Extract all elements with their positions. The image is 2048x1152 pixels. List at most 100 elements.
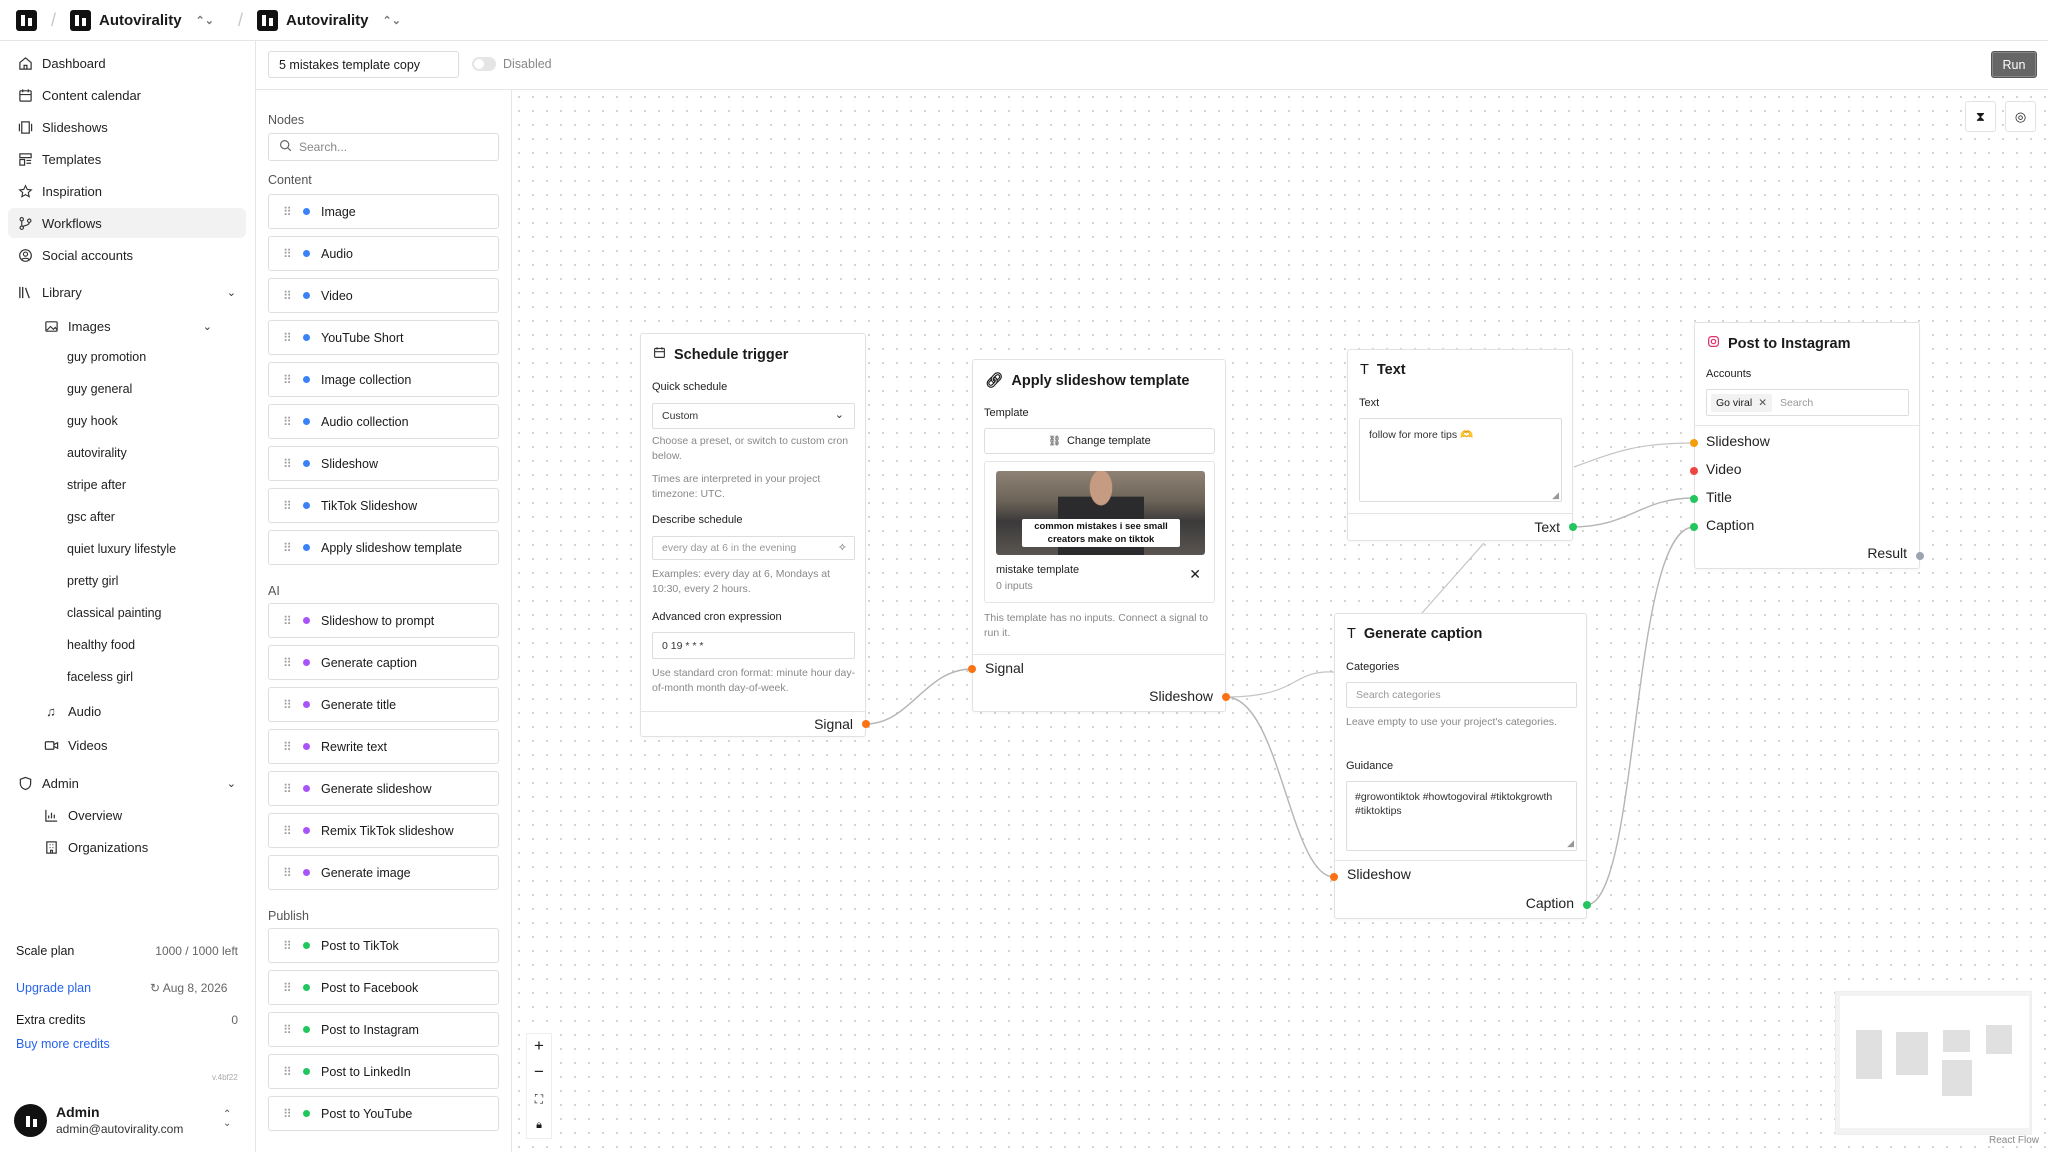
react-flow-attribution[interactable]: React Flow [1989,1135,2039,1146]
image-folder-item[interactable]: guy promotion [67,350,146,364]
drag-handle-icon[interactable]: ⠿ [283,457,293,471]
image-folder-item[interactable]: guy general [67,382,132,396]
image-folder-item[interactable]: stripe after [67,478,126,492]
image-folder-item[interactable]: faceless girl [67,670,133,684]
output-port-slideshow[interactable] [1222,693,1230,701]
palette-node-image-collection[interactable]: ⠿ Image collection [268,362,499,397]
drag-handle-icon[interactable]: ⠿ [283,289,293,303]
palette-node-post-to-facebook[interactable]: ⠿ Post to Facebook [268,970,499,1005]
palette-node-apply-slideshow-template[interactable]: ⠿ Apply slideshow template [268,530,499,565]
sidebar-item-overview[interactable]: Overview [34,800,220,830]
app-logo[interactable] [16,9,37,31]
sidebar-item-audio[interactable]: ♫ Audio [34,696,220,726]
lock-icon[interactable]: 🔒︎ [527,1112,551,1138]
palette-node-image[interactable]: ⠿ Image [268,194,499,229]
text-textarea[interactable]: follow for more tips 🫶 ◢ [1359,418,1562,502]
drag-handle-icon[interactable]: ⠿ [283,824,293,838]
palette-node-post-to-instagram[interactable]: ⠿ Post to Instagram [268,1012,499,1047]
drag-handle-icon[interactable]: ⠿ [283,782,293,796]
accounts-select[interactable]: Go viral ✕ Search [1706,389,1909,416]
drag-handle-icon[interactable]: ⠿ [283,415,293,429]
focus-button[interactable]: ◎ [2005,101,2036,132]
schedule-trigger-node[interactable]: Schedule trigger Quick schedule Custom ⌄ … [640,333,866,737]
enabled-toggle[interactable] [472,57,496,71]
palette-node-slideshow[interactable]: ⠿ Slideshow [268,446,499,481]
workflow-name-input[interactable]: 5 mistakes template copy [268,51,459,78]
palette-node-audio-collection[interactable]: ⠿ Audio collection [268,404,499,439]
drag-handle-icon[interactable]: ⠿ [283,1065,293,1079]
close-icon[interactable]: ✕ [1189,566,1201,583]
palette-node-generate-slideshow[interactable]: ⠿ Generate slideshow [268,771,499,806]
drag-handle-icon[interactable]: ⠿ [283,614,293,628]
fit-view-icon[interactable]: ⛶ [527,1086,551,1112]
sidebar-item-templates[interactable]: Templates [8,144,246,174]
apply-slideshow-template-node[interactable]: 🔗︎ Apply slideshow template Template ⛓ Cha… [972,359,1226,712]
drag-handle-icon[interactable]: ⠿ [283,698,293,712]
drag-handle-icon[interactable]: ⠿ [283,541,293,555]
cron-input[interactable]: 0 19 * * * [652,632,855,659]
guidance-textarea[interactable]: #growontiktok #howtogoviral #tiktokgrowt… [1346,781,1577,851]
sidebar-item-library[interactable]: Library ⌄ [8,277,246,307]
template-card[interactable]: common mistakes i see small creators mak… [984,461,1215,603]
palette-node-generate-image[interactable]: ⠿ Generate image [268,855,499,890]
sidebar-item-inspiration[interactable]: Inspiration [8,176,246,206]
text-node[interactable]: T Text Text follow for more tips 🫶 ◢ Text [1347,349,1573,541]
drag-handle-icon[interactable]: ⠿ [283,981,293,995]
drag-handle-icon[interactable]: ⠿ [283,205,293,219]
sidebar-item-admin[interactable]: Admin ⌄ [8,768,246,798]
palette-node-rewrite-text[interactable]: ⠿ Rewrite text [268,729,499,764]
drag-handle-icon[interactable]: ⠿ [283,939,293,953]
palette-node-audio[interactable]: ⠿ Audio [268,236,499,271]
run-button[interactable]: Run [1991,51,2037,78]
drag-handle-icon[interactable]: ⠿ [283,740,293,754]
drag-handle-icon[interactable]: ⠿ [283,1107,293,1121]
palette-node-post-to-tiktok[interactable]: ⠿ Post to TikTok [268,928,499,963]
input-port-signal[interactable] [968,665,976,673]
output-port-result[interactable] [1916,552,1924,560]
resize-handle-icon[interactable]: ◢ [1567,836,1574,850]
palette-node-slideshow-to-prompt[interactable]: ⠿ Slideshow to prompt [268,603,499,638]
palette-node-generate-title[interactable]: ⠿ Generate title [268,687,499,722]
post-to-instagram-node[interactable]: Post to Instagram Accounts Go viral ✕ Sea… [1694,322,1920,569]
palette-node-post-to-linkedin[interactable]: ⠿ Post to LinkedIn [268,1054,499,1089]
image-folder-item[interactable]: healthy food [67,638,135,652]
drag-handle-icon[interactable]: ⠿ [283,373,293,387]
input-port-slideshow[interactable] [1330,873,1338,881]
input-port-title[interactable] [1690,495,1698,503]
zoom-out-icon[interactable]: − [527,1060,551,1086]
zoom-in-icon[interactable]: + [527,1034,551,1060]
input-port-caption[interactable] [1690,523,1698,531]
drag-handle-icon[interactable]: ⠿ [283,247,293,261]
sidebar-item-social-accounts[interactable]: Social accounts [8,240,246,270]
output-port-signal[interactable] [862,720,870,728]
input-port-video[interactable] [1690,467,1698,475]
input-port-slideshow[interactable] [1690,439,1698,447]
image-folder-item[interactable]: guy hook [67,414,118,428]
sidebar-item-workflows[interactable]: Workflows [8,208,246,238]
change-template-button[interactable]: ⛓ Change template [984,428,1215,454]
drag-handle-icon[interactable]: ⠿ [283,499,293,513]
sidebar-item-content-calendar[interactable]: Content calendar [8,80,246,110]
layout-button[interactable]: ⧗ [1965,101,1996,132]
upgrade-plan-link[interactable]: Upgrade plan [16,981,91,995]
categories-search-input[interactable]: Search categories [1346,682,1577,708]
palette-node-youtube-short[interactable]: ⠿ YouTube Short [268,320,499,355]
sidebar-item-images[interactable]: Images ⌄ [34,311,220,341]
drag-handle-icon[interactable]: ⠿ [283,1023,293,1037]
sidebar-item-organizations[interactable]: Organizations [34,832,220,862]
generate-caption-node[interactable]: T Generate caption Categories Search cate… [1334,613,1587,919]
drag-handle-icon[interactable]: ⠿ [283,656,293,670]
org-switcher[interactable]: Autovirality ⌃⌄ [70,9,214,31]
palette-node-remix-tiktok-slideshow[interactable]: ⠿ Remix TikTok slideshow [268,813,499,848]
buy-credits-link[interactable]: Buy more credits [16,1037,110,1051]
image-folder-item[interactable]: classical painting [67,606,162,620]
minimap[interactable] [1835,991,2032,1135]
image-folder-item[interactable]: quiet luxury lifestyle [67,542,176,556]
image-folder-item[interactable]: pretty girl [67,574,118,588]
image-folder-item[interactable]: autovirality [67,446,127,460]
sparkle-icon[interactable]: ✧ [838,541,847,554]
palette-node-generate-caption[interactable]: ⠿ Generate caption [268,645,499,680]
palette-node-post-to-youtube[interactable]: ⠿ Post to YouTube [268,1096,499,1131]
palette-search-input[interactable]: Search... [268,133,499,161]
drag-handle-icon[interactable]: ⠿ [283,331,293,345]
